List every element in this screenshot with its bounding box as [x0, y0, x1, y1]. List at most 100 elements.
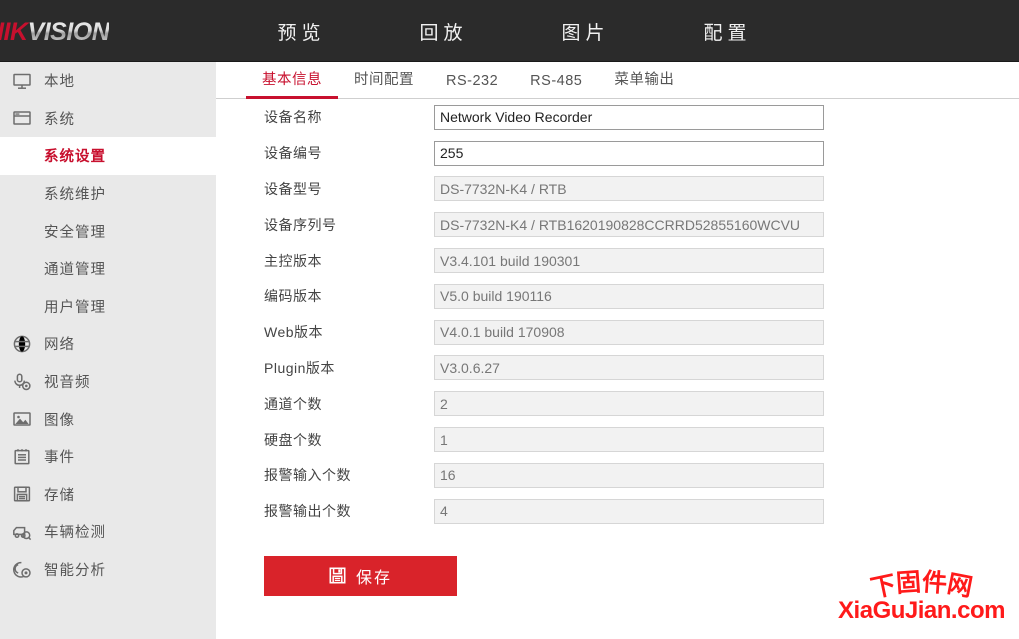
nav-item-label: 预览 [277, 22, 326, 44]
device-name-label: 设备名称 [264, 109, 322, 126]
tab-rs485[interactable]: RS-485 [514, 73, 598, 98]
nav-item-label: 图片 [561, 22, 610, 44]
nav-item-label: 配置 [703, 22, 752, 44]
sidebar-item-label: 视音频 [44, 375, 91, 392]
sidebar-item-label: 系统 [44, 111, 75, 128]
sidebar-item-7[interactable]: 网络 [0, 325, 216, 363]
device-number-input[interactable] [434, 140, 824, 166]
sidebar-item-label: 图像 [44, 412, 75, 429]
hdd-count-label: 硬盘个数 [264, 431, 322, 448]
sidebar-item-4[interactable]: 安全管理 [0, 212, 216, 250]
sidebar-item-0[interactable]: 本地 [0, 62, 216, 100]
device-serial-number-input [434, 212, 824, 238]
form-row-device-name: 设备名称 [216, 100, 1019, 135]
nav-preview[interactable]: 预览 [228, 18, 370, 45]
sidebar-item-label: 安全管理 [44, 224, 106, 241]
window-icon [0, 108, 44, 128]
tab-label: 基本信息 [262, 72, 322, 88]
sidebar-item-11[interactable]: 存储 [0, 476, 216, 514]
device-serial-number-label: 设备序列号 [264, 216, 337, 233]
sidebar-item-label: 用户管理 [44, 299, 106, 316]
sidebar-item-label: 通道管理 [44, 262, 106, 279]
app-root: HIKVISION 预览 回放 图片 配置 本地系统系统设置系统维护安全管理通道管理用… [0, 0, 1019, 639]
tab-rs232[interactable]: RS-232 [430, 73, 514, 98]
alarm-input-count-label: 报警输入个数 [264, 467, 351, 484]
form-row-device-model: 设备型号 [216, 172, 1019, 207]
form-row-alarm-input-count: 报警输入个数 [216, 458, 1019, 493]
main-navigation: 预览 回放 图片 配置 [228, 0, 796, 62]
sidebar-item-6[interactable]: 用户管理 [0, 288, 216, 326]
sidebar-item-label: 网络 [44, 337, 75, 354]
content-area: 基本信息 时间配置 RS-232 RS-485 菜单输出 设备名称设备编号设备型号设备序… [216, 62, 1019, 639]
firmware-version-label: 主控版本 [264, 252, 322, 269]
sidebar-item-13[interactable]: 智能分析 [0, 551, 216, 589]
tab-label: 时间配置 [354, 72, 414, 88]
microphone-icon [0, 372, 44, 392]
logo-hik-text: HIK [0, 18, 28, 46]
tab-menu-output[interactable]: 菜单输出 [598, 68, 690, 98]
device-model-input [434, 176, 824, 202]
sidebar-item-12[interactable]: 车辆检测 [0, 513, 216, 551]
nav-configuration[interactable]: 配置 [654, 18, 796, 45]
sidebar-item-label: 智能分析 [44, 563, 106, 580]
vehicle-search-icon [0, 522, 44, 542]
form-row-device-serial-number: 设备序列号 [216, 207, 1019, 242]
sidebar-item-2[interactable]: 系统设置 [0, 137, 216, 175]
alarm-output-count-label: 报警输出个数 [264, 503, 351, 520]
form-row-plugin-version: Plugin版本 [216, 351, 1019, 386]
form-row-web-version: Web版本 [216, 315, 1019, 350]
form-row-alarm-output-count: 报警输出个数 [216, 494, 1019, 529]
nav-playback[interactable]: 回放 [370, 18, 512, 45]
floppy-save-icon [329, 567, 346, 584]
globe-icon [0, 334, 44, 354]
channel-count-label: 通道个数 [264, 395, 322, 412]
floppy-icon [0, 484, 44, 504]
sidebar-item-label: 存储 [44, 487, 75, 504]
sidebar-item-1[interactable]: 系统 [0, 100, 216, 138]
encoding-version-label: 编码版本 [264, 288, 322, 305]
plugin-version-input [434, 355, 824, 381]
firmware-version-input [434, 248, 824, 274]
sidebar-item-label: 系统设置 [44, 149, 106, 166]
hikvision-logo: HIKVISION [0, 18, 110, 47]
smart-analysis-icon [0, 560, 44, 580]
form-row-hdd-count: 硬盘个数 [216, 422, 1019, 457]
channel-count-input [434, 391, 824, 417]
device-model-label: 设备型号 [264, 180, 322, 197]
picture-icon [0, 409, 44, 429]
sidebar-item-label: 车辆检测 [44, 525, 106, 542]
nav-item-label: 回放 [419, 22, 468, 44]
tab-time-config[interactable]: 时间配置 [338, 68, 430, 98]
plugin-version-label: Plugin版本 [264, 359, 335, 376]
alarm-output-count-input [434, 498, 824, 524]
sidebar-item-10[interactable]: 事件 [0, 438, 216, 476]
save-button[interactable]: 保存 [264, 555, 457, 596]
nav-picture[interactable]: 图片 [512, 18, 654, 45]
sidebar-item-label: 系统维护 [44, 187, 106, 204]
tab-basic-info[interactable]: 基本信息 [246, 68, 338, 99]
encoding-version-input [434, 283, 824, 309]
sidebar-item-8[interactable]: 视音频 [0, 363, 216, 401]
sidebar: 本地系统系统设置系统维护安全管理通道管理用户管理网络视音频图像事件存储车辆检测智… [0, 62, 216, 639]
save-button-wrapper: 保存 [216, 555, 1019, 596]
form-row-device-number: 设备编号 [216, 136, 1019, 171]
save-button-label: 保存 [355, 569, 392, 587]
sidebar-item-3[interactable]: 系统维护 [0, 175, 216, 213]
tab-bar: 基本信息 时间配置 RS-232 RS-485 菜单输出 [216, 62, 1019, 99]
tab-label: 菜单输出 [614, 72, 675, 88]
monitor-icon [0, 71, 44, 91]
logo-vision-text: VISION [27, 18, 110, 46]
sidebar-item-label: 事件 [44, 450, 75, 467]
sidebar-item-9[interactable]: 图像 [0, 400, 216, 438]
sidebar-item-label: 本地 [44, 74, 75, 91]
alarm-input-count-input [434, 462, 824, 488]
form-row-firmware-version: 主控版本 [216, 243, 1019, 278]
tab-label: RS-485 [530, 73, 583, 89]
app-header: HIKVISION 预览 回放 图片 配置 [0, 0, 1019, 62]
form-row-encoding-version: 编码版本 [216, 279, 1019, 314]
device-name-input[interactable] [434, 104, 824, 130]
tab-label: RS-232 [446, 73, 499, 89]
web-version-input [434, 319, 824, 345]
device-number-label: 设备编号 [264, 145, 322, 162]
sidebar-item-5[interactable]: 通道管理 [0, 250, 216, 288]
